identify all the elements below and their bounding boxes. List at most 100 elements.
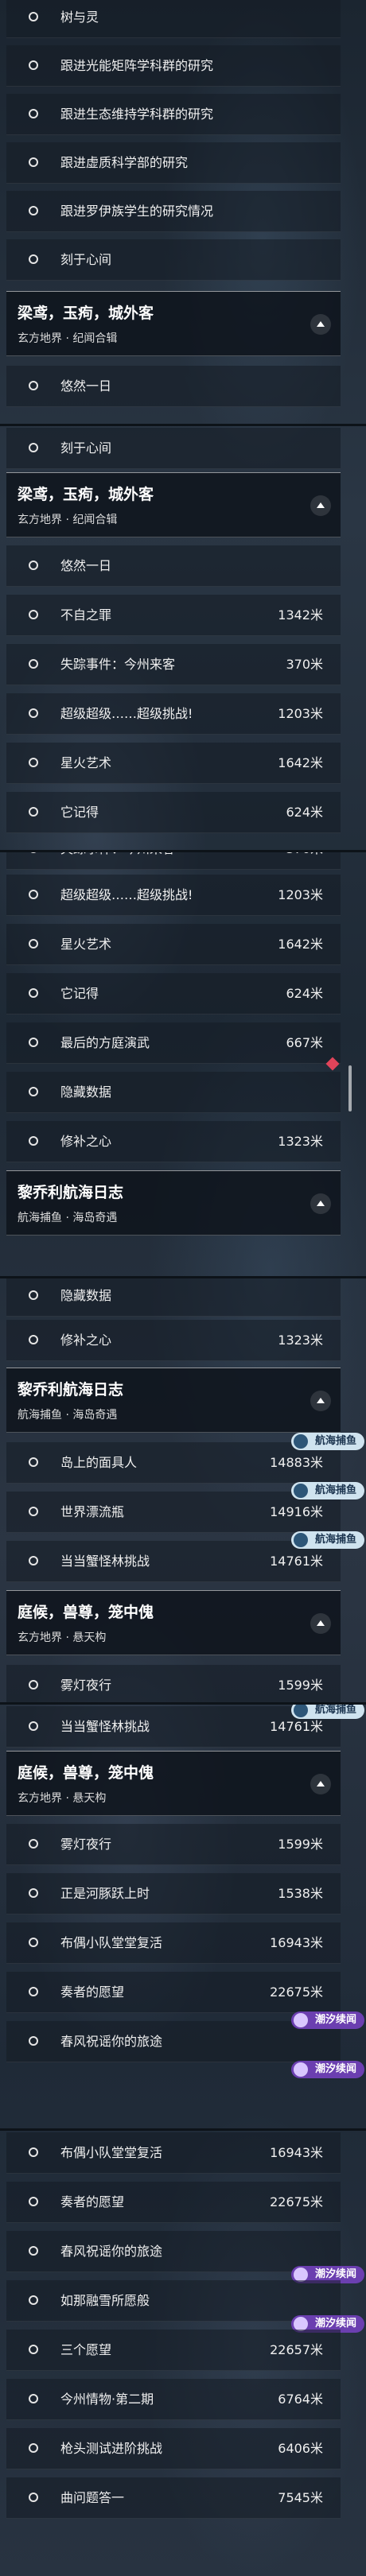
list-item[interactable]: 它记得 624米 (6, 792, 341, 833)
list-item[interactable]: 今州情物·第二期 6764米 (6, 2379, 341, 2420)
event-tag: 航海捕鱼 (291, 1482, 364, 1499)
list-item[interactable]: 失踪事件：今州来客 370米 (6, 644, 341, 685)
quest-name: 修补之心 (60, 1134, 112, 1149)
list-item[interactable]: 修补之心 1323米 (6, 1320, 341, 1361)
fish-icon (294, 1533, 308, 1547)
quest-group-header[interactable]: 梁鸢，玉痀，城外客 玄方地界 · 纪闻合辑 (6, 472, 341, 537)
list-item[interactable]: 修补之心 1323米 (6, 1121, 341, 1162)
distance-value: 6764米 (278, 2392, 323, 2407)
list-item[interactable]: 布偶小队堂堂复活 16943米 (6, 1922, 341, 1964)
quest-name: 刻于心间 (60, 252, 112, 267)
scrollbar-thumb[interactable] (348, 1065, 352, 1111)
status-circle-icon (29, 561, 38, 570)
quest-name: 隐藏数据 (60, 1288, 112, 1303)
list-item[interactable]: 跟进生态维持学科群的研究 (6, 94, 341, 135)
quest-name: 星火艺术 (60, 937, 112, 952)
quest-name: 曲问题答一 (60, 2490, 125, 2505)
distance-value: 7545米 (278, 2490, 323, 2505)
status-circle-icon (29, 807, 38, 817)
quest-name: 三个愿望 (60, 2342, 112, 2357)
quest-group-header[interactable]: 黎乔利航海日志 航海捕鱼 · 海岛奇遇 (6, 1170, 341, 1236)
list-item[interactable]: 春风祝谣你的旅途 (6, 2231, 341, 2272)
list-item[interactable]: 刻于心间 (6, 239, 341, 281)
quest-name: 奏者的愿望 (60, 1984, 125, 2000)
list-item[interactable]: 失踪事件：今州来客 370米 (6, 852, 341, 870)
list-item[interactable]: 隐藏数据 (6, 1072, 341, 1113)
list-item[interactable]: 超级超级……超级挑战! 1203米 (6, 875, 341, 916)
group-subtitle: 航海捕鱼 · 海岛奇遇 (18, 1212, 118, 1224)
distance-value: 370米 (286, 852, 323, 870)
quest-group-header[interactable]: 庭候，兽尊，笼中傀 玄方地界 · 悬天构 (6, 1751, 341, 1816)
list-item[interactable]: 正是河豚跃上时 1538米 (6, 1873, 341, 1915)
list-item[interactable]: 布偶小队堂堂复活 16943米 (6, 2132, 341, 2174)
list-item[interactable]: 当当蟹怪林挑战 14761米 (6, 1706, 341, 1748)
list-item[interactable]: 雾灯夜行 1599米 (6, 1665, 341, 1702)
list-item[interactable]: 春风祝谣你的旅途 (6, 2021, 341, 2062)
distance-value: 1599米 (278, 1837, 323, 1852)
quest-group-header[interactable]: 庭候，兽尊，笼中傀 玄方地界 · 悬天构 (6, 1590, 341, 1655)
list-item[interactable]: 当当蟹怪林挑战 14761米 (6, 1541, 341, 1582)
quest-name: 雾灯夜行 (60, 1678, 112, 1693)
list-item[interactable]: 不自之罪 1342米 (6, 595, 341, 636)
quest-name: 超级超级……超级挑战! (60, 887, 193, 902)
quest-name: 布偶小队堂堂复活 (60, 2145, 163, 2160)
status-circle-icon (29, 852, 38, 853)
collapse-caret-icon[interactable] (310, 1774, 331, 1794)
status-circle-icon (29, 2147, 38, 2157)
list-item[interactable]: 悠然一日 (6, 545, 341, 587)
list-item[interactable]: 隐藏数据 (6, 1278, 341, 1317)
group-title: 黎乔利航海日志 (18, 1381, 124, 1399)
quest-name: 超级超级……超级挑战! (60, 706, 193, 721)
status-circle-icon (29, 109, 38, 118)
list-item[interactable]: 如那融雪所愿般 (6, 2280, 341, 2322)
status-circle-icon (29, 2443, 38, 2453)
list-item[interactable]: 星火艺术 1642米 (6, 924, 341, 965)
list-item[interactable]: 它记得 624米 (6, 973, 341, 1014)
status-circle-icon (29, 443, 38, 452)
list-item[interactable]: 雾灯夜行 1599米 (6, 1824, 341, 1865)
distance-value: 22675米 (270, 1984, 323, 2000)
list-item[interactable]: 跟进虚质科学部的研究 (6, 142, 341, 184)
fish-icon (294, 1484, 308, 1498)
distance-value: 1538米 (278, 1886, 323, 1901)
list-item[interactable]: 最后的方庭演武 667米 (6, 1022, 341, 1064)
expand-caret-icon[interactable] (310, 1193, 331, 1214)
distance-value: 1203米 (278, 887, 323, 902)
status-circle-icon (29, 1507, 38, 1516)
status-circle-icon (29, 60, 38, 70)
screenshot-slice-1: 树与灵 跟进光能矩阵学科群的研究 跟进生态维持学科群的研究 跟进虚质科学部的研究… (0, 0, 366, 424)
list-item[interactable]: 超级超级……超级挑战! 1203米 (6, 693, 341, 735)
list-item[interactable]: 奏者的愿望 22675米 (6, 1972, 341, 2013)
list-item[interactable]: 树与灵 (6, 0, 341, 38)
collapse-caret-icon[interactable] (310, 314, 331, 335)
group-title: 梁鸢，玉痀，城外客 (18, 305, 154, 322)
list-item[interactable]: 枪头测试进阶挑战 6406米 (6, 2428, 341, 2469)
list-item[interactable]: 岛上的面具人 14883米 (6, 1442, 341, 1484)
status-circle-icon (29, 1556, 38, 1565)
quest-name: 春风祝谣你的旅途 (60, 2034, 163, 2049)
list-item[interactable]: 刻于心间 (6, 428, 341, 469)
collapse-caret-icon[interactable] (310, 1613, 331, 1634)
list-item[interactable]: 奏者的愿望 22675米 (6, 2182, 341, 2223)
list-item[interactable]: 星火艺术 1642米 (6, 743, 341, 784)
status-circle-icon (29, 254, 38, 264)
distance-value: 22675米 (270, 2194, 323, 2209)
status-circle-icon (29, 939, 38, 949)
collapse-caret-icon[interactable] (310, 1391, 331, 1411)
quest-group-header[interactable]: 梁鸢，玉痀，城外客 玄方地界 · 纪闻合辑 (6, 291, 341, 356)
list-item[interactable]: 跟进罗伊族学生的研究情况 (6, 191, 341, 232)
quest-name: 春风祝谣你的旅途 (60, 2244, 163, 2259)
distance-value: 667米 (286, 1035, 323, 1050)
list-item[interactable]: 跟进光能矩阵学科群的研究 (6, 45, 341, 87)
screenshot-slice-4: 隐藏数据 修补之心 1323米 黎乔利航海日志 航海捕鱼 · 海岛奇遇 岛上的面具人… (0, 1278, 366, 1702)
status-circle-icon (29, 1680, 38, 1690)
list-item[interactable]: 曲问题答一 7545米 (6, 2477, 341, 2519)
list-item[interactable]: 悠然一日 (6, 366, 341, 407)
collapse-caret-icon[interactable] (310, 495, 331, 516)
list-item[interactable]: 三个愿望 22657米 (6, 2330, 341, 2371)
status-circle-icon (29, 708, 38, 718)
group-title: 梁鸢，玉痀，城外客 (18, 486, 154, 503)
list-item[interactable]: 世界漂流瓶 14916米 (6, 1492, 341, 1533)
quest-name: 雾灯夜行 (60, 1837, 112, 1852)
quest-group-header[interactable]: 黎乔利航海日志 航海捕鱼 · 海岛奇遇 (6, 1368, 341, 1433)
